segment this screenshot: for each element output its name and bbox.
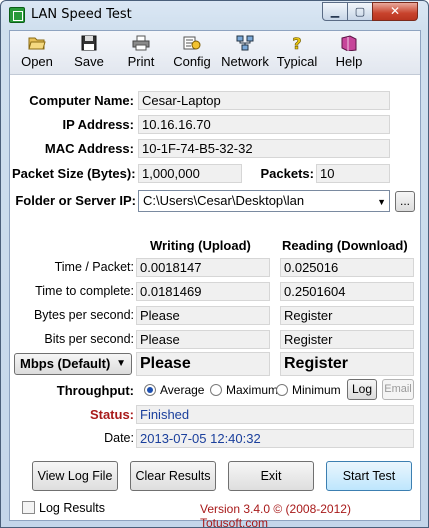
toolbar-help[interactable]: Help — [330, 33, 368, 73]
maximize-button[interactable]: ▢ — [347, 2, 373, 21]
bytes-per-second-label: Bytes per second: — [33, 308, 134, 322]
computer-name-field: Cesar-Laptop — [138, 91, 390, 110]
exit-button[interactable]: Exit — [228, 461, 314, 491]
bits-per-second-write: Please — [136, 330, 270, 349]
computer-name-label: Computer Name: — [29, 93, 134, 108]
folder-select[interactable]: C:\Users\Cesar\Desktop\lan ▼ — [138, 190, 390, 212]
bits-per-second-label: Bits per second: — [44, 332, 134, 346]
time-to-complete-read: 0.2501604 — [280, 282, 414, 301]
toolbar-save-label: Save — [74, 54, 104, 69]
log-results-label: Log Results — [39, 501, 106, 515]
unit-select[interactable]: Mbps (Default) ▼ — [14, 353, 132, 375]
toolbar-config-label: Config — [173, 54, 211, 69]
date-label: Date: — [104, 431, 134, 445]
app-icon — [9, 7, 25, 23]
big-write-value: Please — [136, 352, 270, 376]
time-to-complete-write: 0.0181469 — [136, 282, 270, 301]
bytes-per-second-read: Register — [280, 306, 414, 325]
status-field: Finished — [136, 405, 414, 424]
bits-per-second-read: Register — [280, 330, 414, 349]
network-icon — [236, 35, 254, 51]
window-title: LAN Speed Test — [31, 7, 132, 22]
minimize-button[interactable]: ▁ — [322, 2, 348, 21]
chevron-down-icon: ▼ — [377, 197, 386, 207]
radio-maximum[interactable]: Maximum — [210, 383, 278, 397]
reading-header: Reading (Download) — [282, 238, 408, 253]
toolbar-typical[interactable]: ? Typical — [274, 33, 320, 73]
svg-text:?: ? — [292, 35, 301, 51]
big-read-value: Register — [280, 352, 414, 376]
help-question-icon: ? — [292, 35, 302, 51]
radio-average[interactable]: Average — [144, 383, 204, 397]
radio-minimum[interactable]: Minimum — [276, 383, 341, 397]
toolbar-save[interactable]: Save — [70, 33, 108, 73]
radio-average-label: Average — [160, 383, 205, 397]
chevron-down-icon: ▼ — [116, 358, 126, 369]
status-label: Status: — [89, 407, 134, 422]
toolbar-network-label: Network — [221, 54, 269, 69]
packet-size-label: Packet Size (Bytes): — [12, 166, 136, 181]
browse-button[interactable]: ... — [395, 191, 415, 212]
version-text: Version 3.4.0 © (2008-2012) Totusoft.com — [200, 502, 351, 528]
packet-size-field[interactable]: 1,000,000 — [138, 164, 242, 183]
radio-maximum-dot — [210, 384, 222, 396]
mac-address-field: 10-1F-74-B5-32-32 — [138, 139, 390, 158]
start-test-button[interactable]: Start Test — [326, 461, 412, 491]
ip-address-label: IP Address: — [62, 117, 134, 132]
toolbar-print[interactable]: Print — [122, 33, 160, 73]
toolbar-config[interactable]: Config — [170, 33, 214, 73]
view-log-file-button[interactable]: View Log File — [32, 461, 118, 491]
folder-open-icon — [28, 37, 46, 50]
date-field: 2013-07-05 12:40:32 — [136, 429, 414, 448]
floppy-disk-icon — [81, 35, 97, 51]
packets-label: Packets: — [260, 166, 314, 181]
help-book-icon — [341, 35, 357, 51]
title-bar[interactable]: LAN Speed Test ▁ ▢ ✕ — [1, 1, 428, 29]
log-results-box — [22, 501, 35, 514]
time-per-packet-label: Time / Packet: — [54, 260, 134, 274]
toolbar-print-label: Print — [127, 54, 155, 69]
app-window: LAN Speed Test ▁ ▢ ✕ Open Save Print Con… — [0, 0, 429, 528]
toolbar-typical-label: Typical — [276, 54, 318, 69]
folder-select-value: C:\Users\Cesar\Desktop\lan — [143, 193, 305, 208]
config-icon — [183, 36, 201, 50]
mac-address-label: MAC Address: — [44, 141, 134, 156]
time-per-packet-read: 0.025016 — [280, 258, 414, 277]
toolbar-open[interactable]: Open — [17, 33, 57, 73]
toolbar: Open Save Print Config Network ? Typical — [10, 31, 420, 75]
toolbar-open-label: Open — [21, 54, 53, 69]
bytes-per-second-write: Please — [136, 306, 270, 325]
close-button[interactable]: ✕ — [372, 2, 418, 21]
main-form: Computer Name: Cesar-Laptop IP Address: … — [10, 76, 420, 528]
time-to-complete-label: Time to complete: — [35, 284, 134, 298]
toolbar-network[interactable]: Network — [220, 33, 270, 73]
writing-header: Writing (Upload) — [150, 238, 251, 253]
log-results-checkbox[interactable]: Log Results — [22, 501, 105, 515]
ip-address-field: 10.16.16.70 — [138, 115, 390, 134]
email-button[interactable]: Email — [382, 379, 414, 400]
unit-select-value: Mbps (Default) — [20, 356, 111, 371]
client-area: Open Save Print Config Network ? Typical — [9, 30, 421, 528]
throughput-label: Throughput: — [56, 383, 134, 398]
radio-average-dot — [144, 384, 156, 396]
time-per-packet-write: 0.0018147 — [136, 258, 270, 277]
packets-field[interactable]: 10 — [316, 164, 390, 183]
radio-minimum-dot — [276, 384, 288, 396]
clear-results-button[interactable]: Clear Results — [130, 461, 216, 491]
radio-minimum-label: Minimum — [292, 383, 341, 397]
folder-label: Folder or Server IP: — [15, 193, 136, 208]
radio-maximum-label: Maximum — [226, 383, 279, 397]
toolbar-help-label: Help — [335, 54, 363, 69]
log-button[interactable]: Log — [347, 379, 377, 400]
printer-icon — [132, 35, 150, 51]
